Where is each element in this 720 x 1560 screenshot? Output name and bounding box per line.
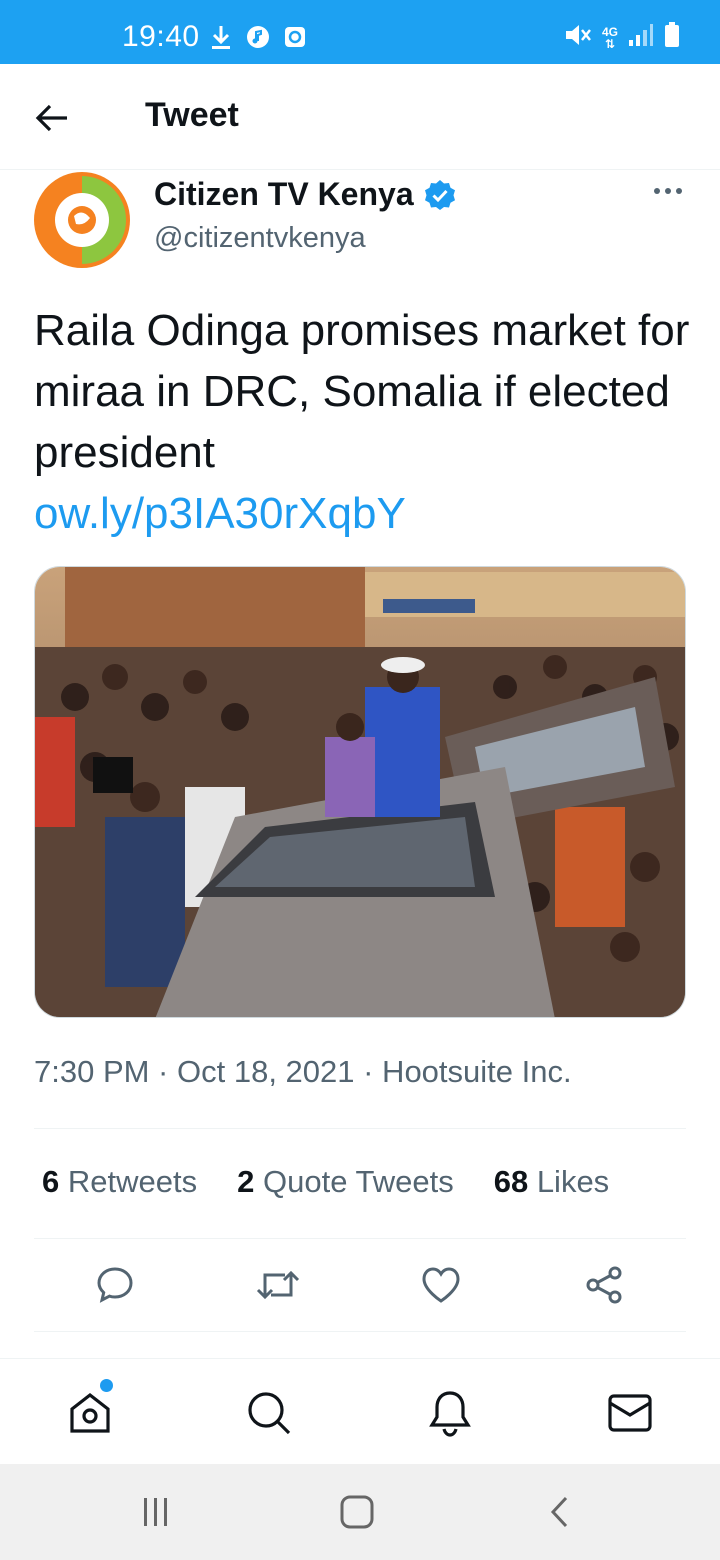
screen-record-icon [284, 26, 306, 53]
back-button[interactable] [30, 96, 74, 140]
tweet-photo[interactable] [34, 566, 686, 1018]
quote-tweets-count: 2 [237, 1164, 255, 1199]
reply-button[interactable] [90, 1260, 140, 1310]
likes-label: Likes [536, 1164, 610, 1199]
more-dot [676, 188, 682, 194]
reply-icon [97, 1267, 133, 1303]
avatar[interactable] [34, 172, 130, 268]
network-type: 4G ⇅ [601, 24, 618, 51]
back-button-icon [550, 1496, 568, 1528]
status-time: 19:40 [122, 20, 200, 53]
mute-icon [564, 22, 592, 53]
page-title: Tweet [145, 96, 239, 134]
new-content-dot [100, 1379, 113, 1392]
retweets-stat[interactable]: 6 Retweets [42, 1164, 197, 1200]
like-button[interactable] [416, 1260, 466, 1310]
quote-tweets-stat[interactable]: 2 Quote Tweets [237, 1164, 454, 1200]
nav-messages[interactable] [604, 1387, 656, 1439]
bottom-nav [0, 1358, 720, 1464]
home-button[interactable] [335, 1492, 379, 1532]
author-handle[interactable]: @citizentvkenya [154, 222, 366, 255]
tweet-text: Raila Odinga promises market for miraa i… [34, 300, 694, 544]
likes-stat[interactable]: 68 Likes [494, 1164, 609, 1200]
tweet-actions [0, 1260, 720, 1310]
search-icon [248, 1392, 291, 1435]
battery-icon [664, 22, 680, 53]
quote-tweets-label: Quote Tweets [262, 1164, 454, 1199]
network-label: 4G [601, 24, 618, 39]
tweet-stats: 6 Retweets 2 Quote Tweets 68 Likes [42, 1164, 649, 1200]
more-dot [654, 188, 660, 194]
app-header: Tweet [0, 64, 720, 170]
messages-icon [608, 1394, 652, 1432]
tweet-body: Raila Odinga promises market for miraa i… [34, 306, 690, 477]
music-icon [246, 25, 270, 54]
retweets-count: 6 [42, 1164, 60, 1199]
like-icon [422, 1267, 460, 1303]
arrow-left-icon [35, 104, 67, 132]
home-icon [70, 1392, 110, 1433]
retweet-button[interactable] [253, 1260, 303, 1310]
tweet-timestamp: 7:30 PM · Oct 18, 2021 · Hootsuite Inc. [34, 1054, 572, 1089]
status-bar: 19:40 4G ⇅ [0, 0, 720, 64]
author-name-label: Citizen TV Kenya [154, 176, 414, 212]
divider [34, 1238, 686, 1239]
rally-photo [35, 567, 685, 1017]
citizen-tv-logo-icon [34, 172, 130, 268]
likes-count: 68 [493, 1164, 529, 1199]
author-name[interactable]: Citizen TV Kenya [154, 176, 456, 213]
notifications-icon [429, 1391, 471, 1437]
share-icon [586, 1266, 622, 1304]
recent-apps-button[interactable] [134, 1492, 178, 1532]
system-nav [0, 1464, 720, 1560]
nav-search[interactable] [243, 1387, 295, 1439]
share-button[interactable] [579, 1260, 629, 1310]
more-options-button[interactable] [648, 176, 688, 206]
home-button-icon [340, 1495, 374, 1529]
tweet-link[interactable]: ow.ly/p3IA30rXqbY [34, 483, 694, 544]
status-left-icons [210, 24, 306, 55]
more-dot [665, 188, 671, 194]
status-right-icons: 4G ⇅ [564, 22, 680, 53]
download-icon [210, 24, 232, 55]
retweet-icon [256, 1270, 300, 1300]
back-nav-button[interactable] [538, 1492, 582, 1532]
divider [34, 1128, 686, 1129]
signal-icon [628, 23, 654, 52]
recent-apps-icon [144, 1498, 167, 1526]
verified-badge-icon [424, 179, 455, 210]
nav-home[interactable] [64, 1387, 116, 1439]
divider [34, 1331, 686, 1332]
nav-notifications[interactable] [424, 1387, 476, 1439]
retweets-label: Retweets [67, 1164, 198, 1199]
